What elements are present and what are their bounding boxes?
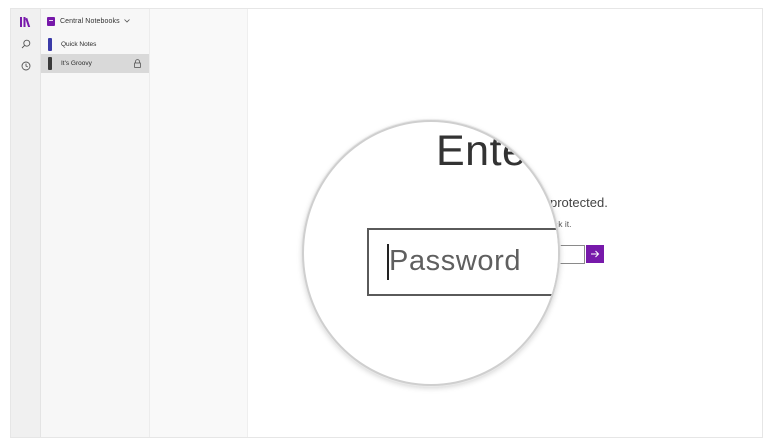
recent-button[interactable]: [11, 55, 40, 77]
chevron-down-icon: [123, 19, 130, 23]
nav-rail: [11, 9, 41, 437]
notebooks-button[interactable]: [11, 11, 40, 33]
section-color-tab: [48, 57, 52, 70]
page-list-pane: [150, 9, 248, 437]
lock-icon: [134, 59, 141, 68]
unlock-description: protected.: [550, 195, 608, 210]
password-input[interactable]: Password: [367, 228, 558, 296]
magnifier-lens: Ente Password: [302, 120, 560, 386]
search-button[interactable]: [11, 33, 40, 55]
unlock-heading-magnified: Ente: [436, 127, 527, 175]
section-label: Quick Notes: [61, 41, 97, 48]
notebooks-icon: [20, 17, 31, 27]
section-label: It's Groovy: [61, 60, 92, 67]
section-list-pane: Central Notebooks Quick Notes It's Groov…: [41, 9, 268, 437]
recent-icon: [21, 61, 30, 71]
password-placeholder: Password: [389, 245, 522, 277]
unlock-submit-button[interactable]: [586, 245, 604, 263]
notebook-name: Central Notebooks: [60, 17, 120, 25]
search-icon: [21, 39, 30, 49]
section-color-tab: [48, 38, 52, 51]
section-item-quick-notes[interactable]: Quick Notes: [41, 35, 149, 54]
notebook-icon: [47, 16, 55, 26]
arrow-right-icon: [591, 250, 600, 258]
section-item-its-groovy[interactable]: It's Groovy: [41, 54, 149, 73]
